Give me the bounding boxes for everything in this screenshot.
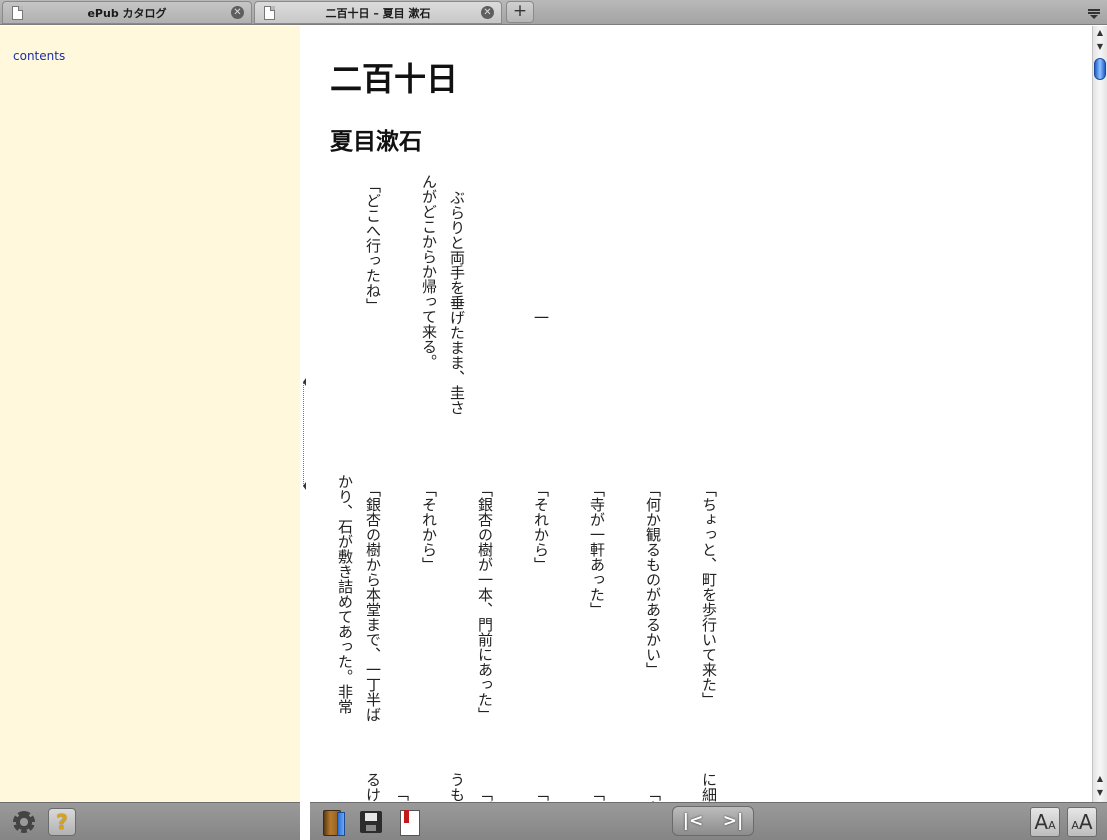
scroll-down-icon[interactable]: ▼ (1093, 40, 1107, 54)
text-column: 「や (588, 786, 606, 802)
sidebar-toolbar: ? (0, 802, 300, 840)
text-column: に細 (700, 772, 718, 802)
close-icon[interactable]: ✕ (481, 6, 494, 19)
text-column: 「それから」 (532, 482, 550, 572)
tab-label: 二百十日 – 夏目 漱石 (325, 6, 431, 20)
text-column: 「それから」 (420, 482, 438, 572)
text-column: 「そ (532, 786, 550, 802)
text-column: 「寺が一軒あった」 (588, 482, 606, 617)
text-column: 「銀杏の樹が一本、門前にあった」 (476, 482, 494, 722)
splitter-handle[interactable] (303, 378, 306, 490)
text-column: んがどこからか帰って来る。 (420, 174, 438, 369)
scroll-thumb[interactable] (1094, 58, 1106, 80)
text-column: 「どこへ行ったね」 (364, 178, 382, 313)
text-column: かり、石が敷き詰めてあった。非常 (336, 474, 354, 714)
library-book-icon[interactable] (319, 808, 347, 836)
next-page-button[interactable]: >| (713, 807, 753, 835)
tab-list-icon[interactable] (1085, 4, 1103, 21)
font-decrease-label: A (1034, 810, 1049, 834)
text-column: うも (448, 772, 466, 802)
new-tab-button[interactable]: + (506, 1, 534, 23)
tab-book[interactable]: 二百十日 – 夏目 漱石 ✕ (254, 1, 502, 24)
tab-label: ePub カタログ (87, 6, 167, 20)
font-increase-small-label: A (1071, 819, 1079, 832)
previous-page-button[interactable]: |< (673, 807, 713, 835)
text-column: 「ちょっと、町を歩行いて来た」 (700, 482, 718, 707)
toolbar-divider (300, 802, 310, 840)
text-column: 「別 (476, 786, 494, 802)
font-size-decrease-button[interactable]: AA (1030, 807, 1060, 837)
tab-bar: ePub カタログ ✕ 二百十日 – 夏目 漱石 ✕ + (0, 0, 1107, 25)
page-icon (12, 5, 23, 20)
scroll-up-icon[interactable]: ▲ (1093, 26, 1107, 40)
text-column: るけ (364, 772, 382, 802)
text-column: 「そ (392, 786, 410, 802)
text-column: 「言 (644, 786, 662, 802)
tab-epub-catalog[interactable]: ePub カタログ ✕ (2, 1, 252, 24)
save-icon[interactable] (357, 808, 385, 836)
book-title: 二百十日 (330, 60, 459, 98)
font-decrease-small-label: A (1048, 819, 1056, 832)
scroll-up-icon[interactable]: ▲ (1093, 772, 1107, 786)
help-button[interactable]: ? (48, 808, 76, 836)
font-size-increase-button[interactable]: AA (1067, 807, 1097, 837)
font-increase-label: A (1078, 810, 1093, 834)
page-icon (264, 5, 275, 20)
reader-pane: 二百十日 夏目漱石 一 ぶらりと両手を垂げたまま、圭さ んがどこからか帰って来る… (300, 26, 1092, 802)
text-column: 「何か観るものがあるかい」 (644, 482, 662, 677)
settings-button[interactable] (10, 808, 38, 836)
text-column: 一 (532, 310, 550, 325)
close-icon[interactable]: ✕ (231, 6, 244, 19)
gear-icon (13, 811, 35, 833)
bookmark-icon[interactable] (395, 808, 423, 836)
text-column: ぶらりと両手を垂げたまま、圭さ (448, 190, 466, 415)
text-column: 「銀杏の樹から本堂まで、一丁半ば (364, 482, 382, 722)
help-icon: ? (56, 810, 68, 834)
reader-toolbar: |< >| AA AA (310, 802, 1107, 840)
book-author: 夏目漱石 (330, 128, 422, 155)
vertical-scrollbar[interactable]: ▲ ▼ ▲ ▼ (1092, 26, 1107, 802)
contents-link[interactable]: contents (13, 49, 65, 63)
scroll-down-icon[interactable]: ▼ (1093, 786, 1107, 800)
sidebar: contents (0, 26, 300, 802)
page-navigation: |< >| (672, 806, 754, 836)
